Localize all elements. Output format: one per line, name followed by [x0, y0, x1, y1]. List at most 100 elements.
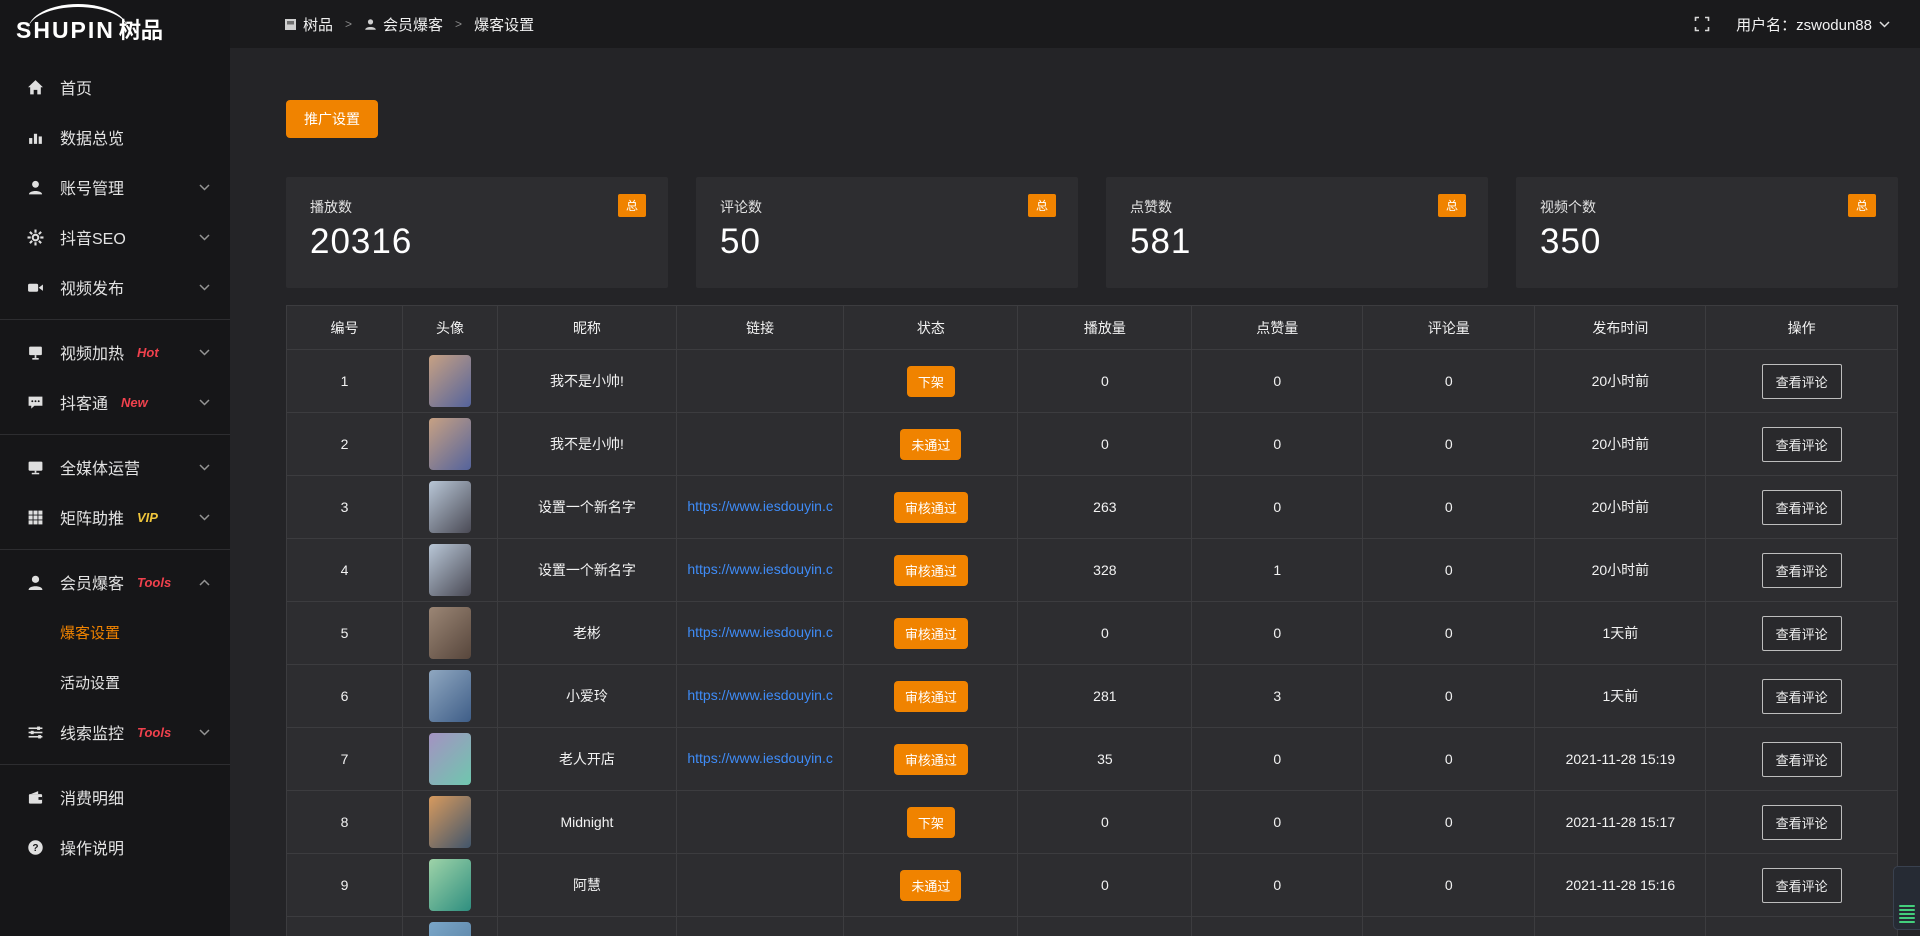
view-comments-button[interactable]: 查看评论 [1762, 427, 1842, 462]
view-comments-button[interactable]: 查看评论 [1762, 553, 1842, 588]
nickname: 老彬 [573, 625, 601, 641]
sidebar-divider [0, 434, 230, 435]
sidebar-item-home[interactable]: 首页 [0, 62, 230, 112]
view-comments-button[interactable]: 查看评论 [1762, 742, 1842, 777]
plays-count: 0 [1101, 877, 1109, 893]
avatar [429, 859, 471, 911]
video-link[interactable]: https://www.iesdouyin.c [687, 750, 833, 766]
column-header-actions: 操作 [1706, 306, 1898, 350]
plays-count: 263 [1093, 499, 1116, 515]
table-row: 5 老彬 https://www.iesdouyin.c 审核通过 0 0 0 … [287, 602, 1898, 665]
gear-icon [26, 229, 45, 246]
floating-widget[interactable] [1893, 866, 1920, 930]
table-row: 4 设置一个新名字 https://www.iesdouyin.c 审核通过 3… [287, 539, 1898, 602]
sidebar-item-douyin-seo[interactable]: 抖音SEO [0, 212, 230, 262]
sidebar-divider [0, 319, 230, 320]
promo-settings-button[interactable]: 推广设置 [286, 100, 378, 138]
row-id: 6 [341, 688, 349, 704]
user-menu[interactable]: 用户名：zswodun88 [1736, 14, 1890, 35]
video-camera-icon [26, 279, 45, 296]
nickname: 老人开店 [559, 751, 615, 767]
stat-value: 350 [1540, 222, 1874, 262]
sidebar-subitem-baoke-settings[interactable]: 爆客设置 [0, 607, 230, 657]
video-link[interactable]: https://www.iesdouyin.c [687, 687, 833, 703]
avatar [429, 922, 471, 936]
view-comments-button[interactable]: 查看评论 [1762, 805, 1842, 840]
likes-count: 0 [1273, 373, 1281, 389]
breadcrumb-item-current: 爆客设置 [474, 14, 534, 35]
comments-count: 0 [1445, 877, 1453, 893]
tools-badge: Tools [137, 575, 171, 590]
table-row: 6 小爱玲 https://www.iesdouyin.c 审核通过 281 3… [287, 665, 1898, 728]
column-header-id: 编号 [287, 306, 403, 350]
breadcrumb-item-home[interactable]: 树品 [284, 14, 333, 35]
publish-time: 1天前 [1602, 625, 1638, 641]
plays-count: 0 [1101, 436, 1109, 452]
video-link[interactable]: https://www.iesdouyin.c [687, 561, 833, 577]
vip-badge: VIP [137, 510, 158, 525]
chevron-down-icon [199, 729, 210, 736]
comments-count: 0 [1445, 751, 1453, 767]
sidebar-item-member-baoke[interactable]: 会员爆客 Tools [0, 557, 230, 607]
view-comments-button[interactable]: 查看评论 [1762, 364, 1842, 399]
sidebar-divider [0, 764, 230, 765]
widget-bar [1899, 913, 1915, 915]
svg-text:?: ? [32, 843, 38, 854]
grid-icon [26, 509, 45, 526]
view-comments-button[interactable]: 查看评论 [1762, 679, 1842, 714]
video-link[interactable]: https://www.iesdouyin.c [687, 624, 833, 640]
sidebar-item-help[interactable]: ? 操作说明 [0, 822, 230, 872]
column-header-likes: 点赞量 [1192, 306, 1363, 350]
user-icon [364, 18, 377, 31]
plays-count: 35 [1097, 751, 1113, 767]
sidebar-item-video-publish[interactable]: 视频发布 [0, 262, 230, 312]
table-row [287, 917, 1898, 936]
member-icon [26, 574, 45, 591]
stat-card-videos: 视频个数 350 总 [1516, 177, 1898, 288]
stat-card-comments: 评论数 50 总 [696, 177, 1078, 288]
publish-time: 2021-11-28 15:19 [1566, 751, 1676, 767]
stat-label: 播放数 [310, 197, 644, 217]
total-badge: 总 [1028, 194, 1056, 217]
likes-count: 3 [1273, 688, 1281, 704]
publish-time: 20小时前 [1592, 436, 1650, 452]
video-table: 编号 头像 昵称 链接 状态 播放量 点赞量 评论量 发布时间 操作 1 我不是… [286, 305, 1898, 936]
sidebar-item-data-overview[interactable]: 数据总览 [0, 112, 230, 162]
sidebar-item-douketong[interactable]: 抖客通 New [0, 377, 230, 427]
comments-count: 0 [1445, 625, 1453, 641]
username-label: 用户名：zswodun88 [1736, 14, 1872, 35]
column-header-avatar: 头像 [402, 306, 497, 350]
stats-row: 播放数 20316 总 评论数 50 总 点赞数 581 总 视频个数 350 … [286, 177, 1898, 288]
publish-time: 2021-11-28 15:16 [1566, 877, 1676, 893]
avatar [429, 544, 471, 596]
plays-count: 0 [1101, 373, 1109, 389]
plays-count: 328 [1093, 562, 1116, 578]
breadcrumb-item-member[interactable]: 会员爆客 [364, 14, 443, 35]
chevron-down-icon [199, 514, 210, 521]
sidebar-item-clue-monitor[interactable]: 线索监控 Tools [0, 707, 230, 757]
view-comments-button[interactable]: 查看评论 [1762, 616, 1842, 651]
total-badge: 总 [618, 194, 646, 217]
chevron-up-icon [199, 579, 210, 586]
view-comments-button[interactable]: 查看评论 [1762, 868, 1842, 903]
sidebar-item-consumption[interactable]: 消费明细 [0, 772, 230, 822]
sidebar-item-all-media[interactable]: 全媒体运营 [0, 442, 230, 492]
chevron-down-icon [199, 464, 210, 471]
widget-bar [1899, 917, 1915, 919]
sidebar-item-matrix-boost[interactable]: 矩阵助推 VIP [0, 492, 230, 542]
comments-count: 0 [1445, 373, 1453, 389]
breadcrumb: 树品 > 会员爆客 > 爆客设置 [284, 14, 534, 35]
nickname: 阿慧 [573, 877, 601, 893]
widget-bar [1899, 909, 1915, 911]
column-header-time: 发布时间 [1535, 306, 1706, 350]
wallet-icon [26, 789, 45, 806]
sidebar-item-account[interactable]: 账号管理 [0, 162, 230, 212]
stat-value: 50 [720, 222, 1054, 262]
view-comments-button[interactable]: 查看评论 [1762, 490, 1842, 525]
fullscreen-icon[interactable] [1694, 16, 1710, 32]
total-badge: 总 [1438, 194, 1466, 217]
stat-label: 视频个数 [1540, 197, 1874, 217]
sidebar-item-video-heat[interactable]: 视频加热 Hot [0, 327, 230, 377]
sidebar-subitem-activity-settings[interactable]: 活动设置 [0, 657, 230, 707]
video-link[interactable]: https://www.iesdouyin.c [687, 498, 833, 514]
